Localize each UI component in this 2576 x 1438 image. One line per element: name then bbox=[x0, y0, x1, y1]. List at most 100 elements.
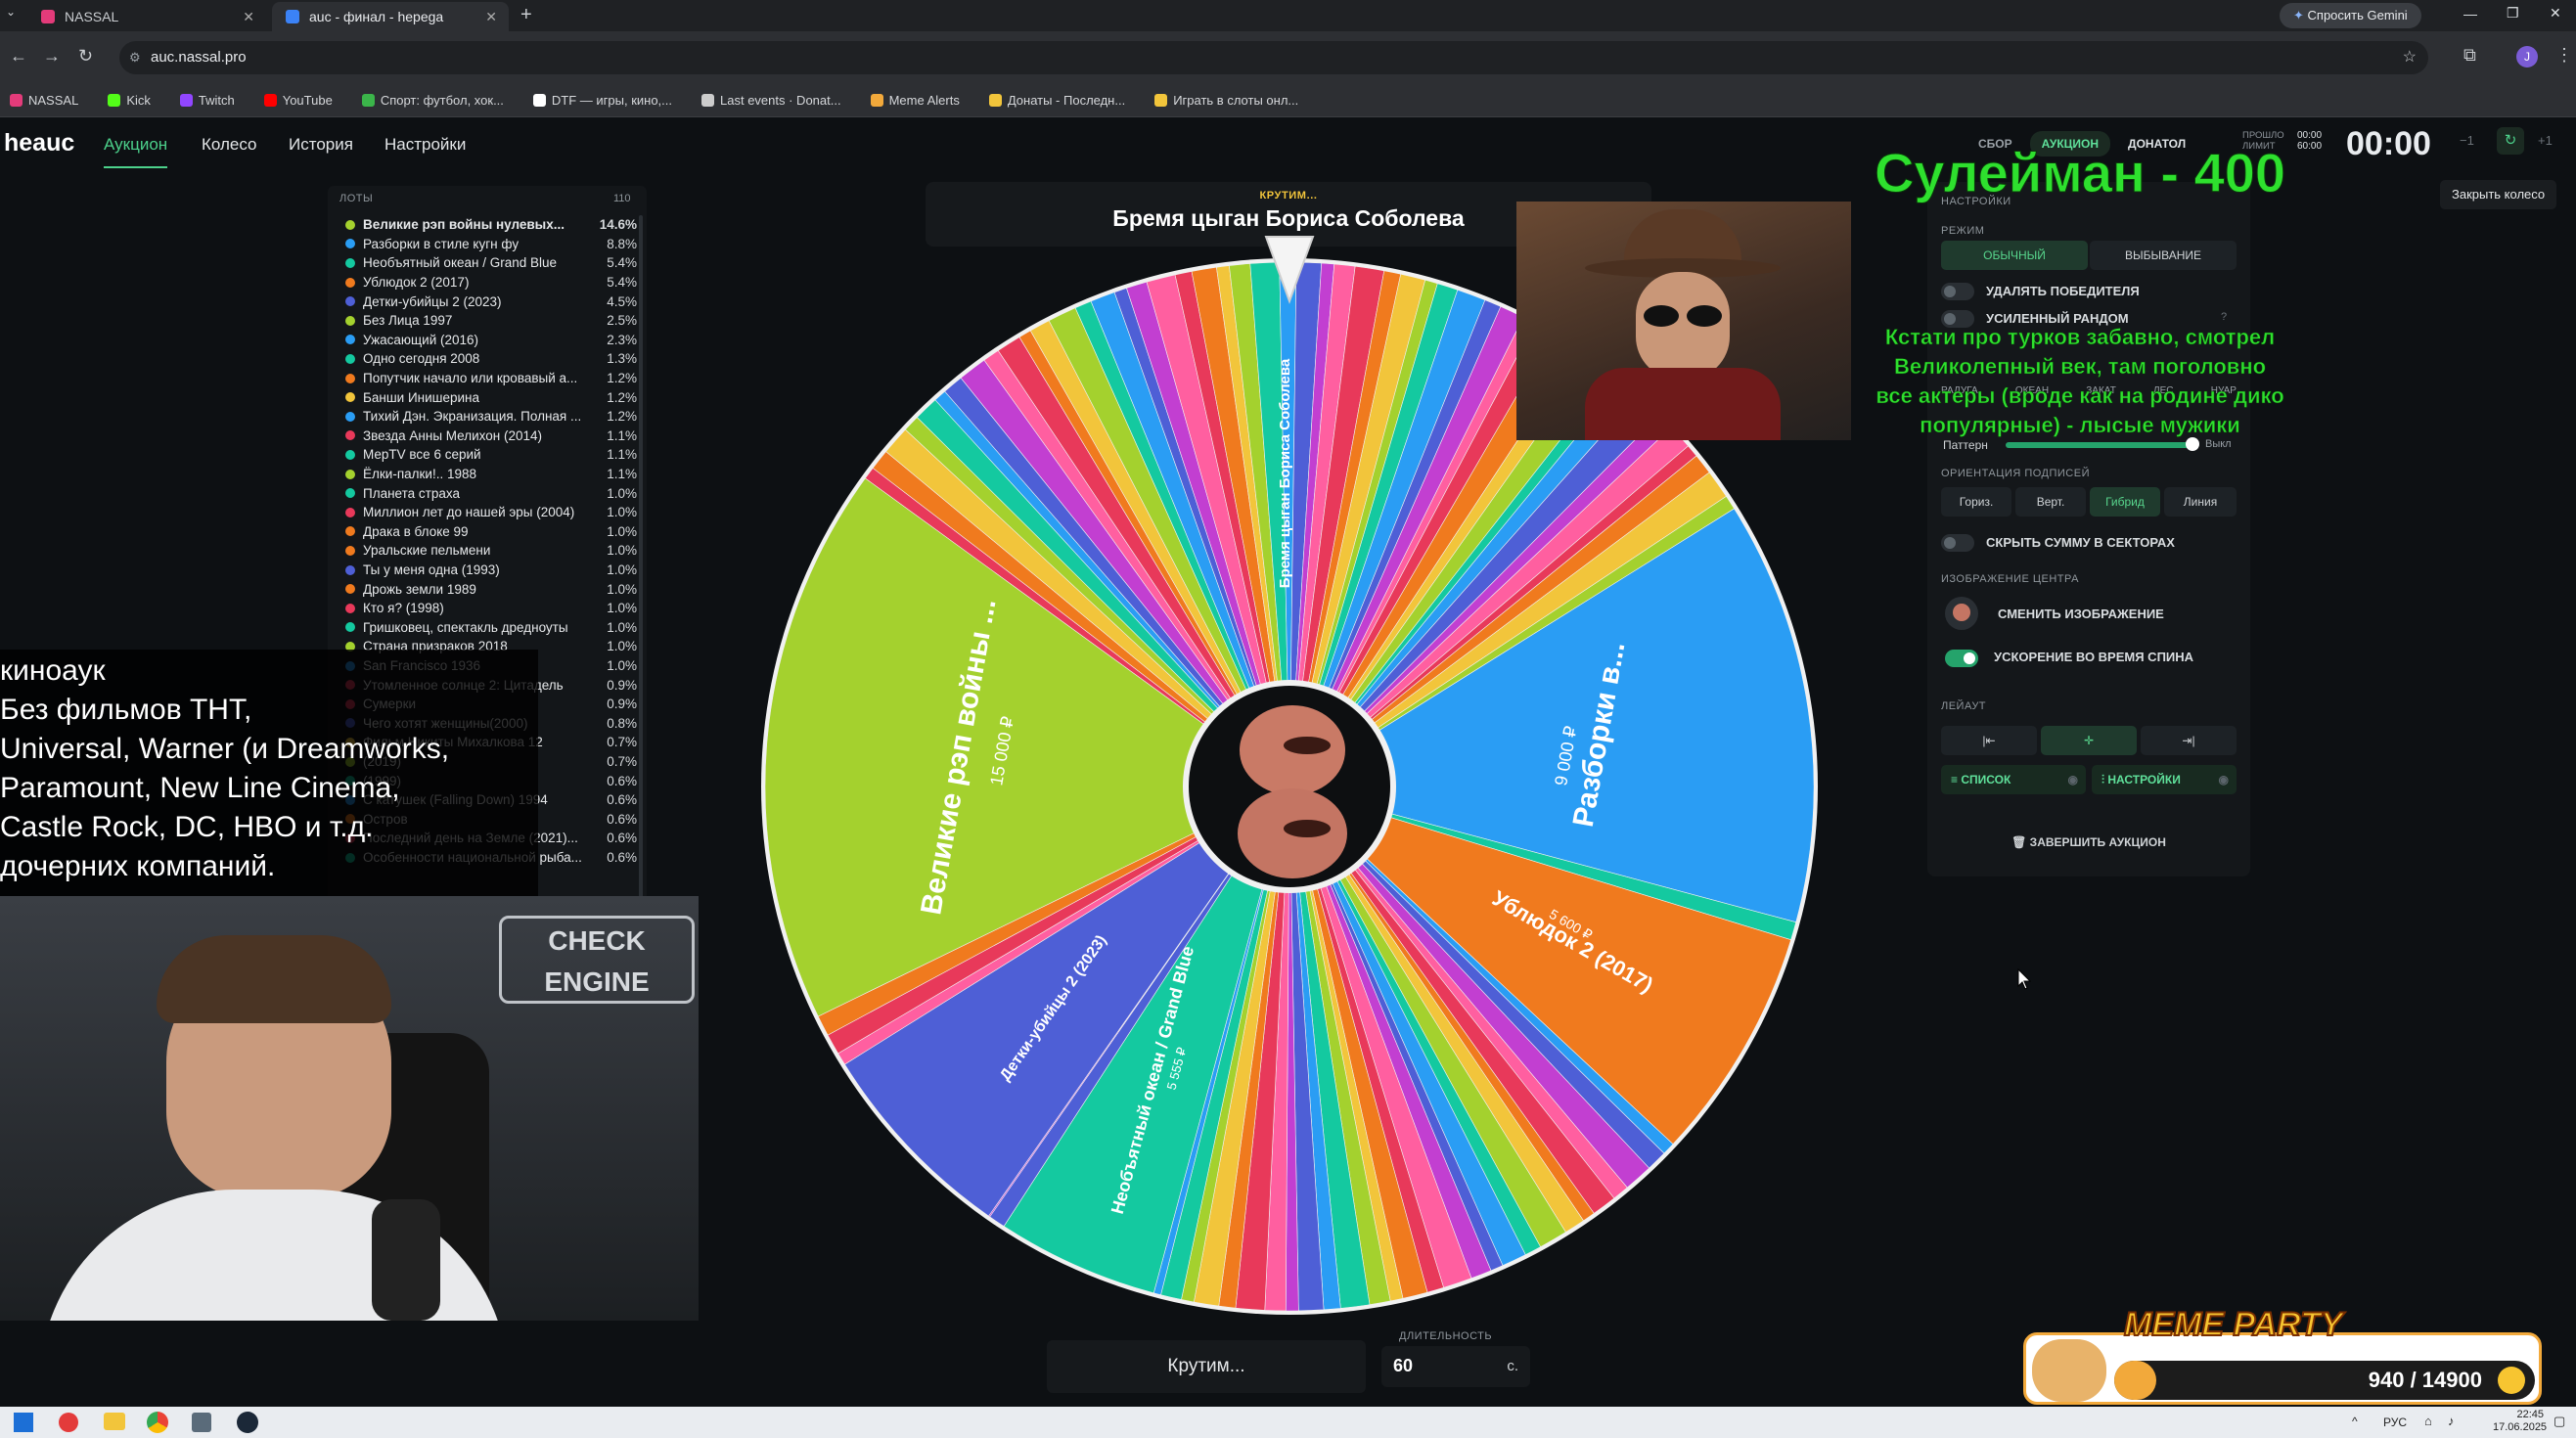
tray-chevron-icon[interactable]: ^ bbox=[2352, 1415, 2358, 1428]
lot-row[interactable]: Необъятный океан / Grand Blue 5.4% bbox=[345, 253, 637, 273]
reload-icon[interactable]: ↻ bbox=[78, 46, 93, 67]
lot-row[interactable]: Ты у меня одна (1993) 1.0% bbox=[345, 561, 637, 580]
network-icon[interactable]: ⌂ bbox=[2424, 1414, 2432, 1428]
lot-row[interactable]: Детки-убийцы 2 (2023) 4.5% bbox=[345, 292, 637, 311]
nav-settings[interactable]: Настройки bbox=[384, 135, 466, 155]
back-icon[interactable]: ← bbox=[10, 46, 27, 67]
close-tab-icon[interactable]: ✕ bbox=[485, 9, 497, 25]
nav-history[interactable]: История bbox=[289, 135, 353, 155]
bookmark-youtube[interactable]: YouTube bbox=[263, 93, 333, 108]
bookmark-donations[interactable]: Донаты - Последн... bbox=[988, 93, 1125, 108]
settings-button[interactable]: ⫶ НАСТРОЙКИ ◉ bbox=[2092, 765, 2237, 794]
notifications-icon[interactable]: ▢ bbox=[2553, 1414, 2565, 1429]
align-left-icon: |⇤ bbox=[1982, 734, 1996, 747]
menu-dots-icon[interactable]: ⋮ bbox=[2555, 45, 2573, 66]
orientation-horizontal[interactable]: Гориз. bbox=[1941, 487, 2011, 517]
orientation-line[interactable]: Линия bbox=[2164, 487, 2237, 517]
close-wheel-button[interactable]: Закрыть колесо bbox=[2440, 180, 2557, 209]
forward-icon[interactable]: → bbox=[43, 46, 61, 67]
orientation-vertical[interactable]: Верт. bbox=[2015, 487, 2086, 517]
tab-auc[interactable]: auc - финал - hepega ✕ bbox=[272, 2, 509, 31]
restore-icon[interactable]: ❐ bbox=[2507, 5, 2519, 22]
bookmark-sport[interactable]: Спорт: футбол, хок... bbox=[361, 93, 504, 108]
lot-row[interactable]: Банши Инишерина 1.2% bbox=[345, 387, 637, 407]
bookmark-dtf[interactable]: DTF — игры, кино,... bbox=[532, 93, 672, 108]
bookmark-donat[interactable]: Last events · Donat... bbox=[701, 93, 841, 108]
finish-auction-button[interactable]: 🗑 ЗАВЕРШИТЬ АУКЦИОН bbox=[1927, 835, 2250, 849]
center-image-avatar[interactable] bbox=[1945, 597, 1978, 630]
bookmark-nassal[interactable]: NASSAL bbox=[10, 93, 78, 108]
layout-left-button[interactable]: |⇤ bbox=[1941, 726, 2037, 755]
timer-plus-icon[interactable]: +1 bbox=[2538, 133, 2553, 148]
lot-row[interactable]: Драка в блоке 99 1.0% bbox=[345, 522, 637, 542]
hide-sum-toggle[interactable] bbox=[1941, 534, 1974, 552]
lot-row[interactable]: Звезда Анны Мелихон (2014) 1.1% bbox=[345, 427, 637, 446]
lot-row[interactable]: Попутчик начало или кровавый а... 1.2% bbox=[345, 369, 637, 388]
sunglasses-left bbox=[1644, 305, 1679, 327]
url-input[interactable]: ⚙ auc.nassal.pro ☆ bbox=[119, 41, 2428, 74]
yandex-browser-icon[interactable] bbox=[59, 1413, 78, 1432]
lot-color-icon bbox=[345, 392, 355, 403]
lot-row[interactable]: Без Лица 1997 2.5% bbox=[345, 311, 637, 331]
help-icon[interactable]: ? bbox=[2221, 311, 2227, 323]
file-explorer-icon[interactable] bbox=[104, 1413, 125, 1430]
lot-row[interactable]: Ужасающий (2016) 2.3% bbox=[345, 331, 637, 350]
extensions-icon[interactable]: ⧉ bbox=[2463, 45, 2476, 66]
timer-minus-icon[interactable]: −1 bbox=[2460, 133, 2474, 148]
mode-elimination-button[interactable]: ВЫБЫВАНИЕ bbox=[2090, 241, 2237, 270]
bookmark-twitch[interactable]: Twitch bbox=[179, 93, 235, 108]
lot-row[interactable]: Одно сегодня 2008 1.3% bbox=[345, 349, 637, 369]
layout-center-button[interactable]: ✛ bbox=[2041, 726, 2137, 755]
lot-row[interactable]: Тихий Дэн. Экранизация. Полная ... 1.2% bbox=[345, 407, 637, 427]
speedup-toggle[interactable] bbox=[1945, 650, 1978, 667]
steam-icon[interactable] bbox=[237, 1412, 258, 1433]
volume-icon[interactable]: ♪ bbox=[2448, 1414, 2455, 1428]
bookmark-label: Meme Alerts bbox=[888, 93, 960, 108]
lot-row[interactable]: Разборки в стиле кугн фу 8.8% bbox=[345, 235, 637, 254]
lot-row[interactable]: Кто я? (1998) 1.0% bbox=[345, 599, 637, 618]
site-info-icon[interactable]: ⚙ bbox=[129, 41, 141, 74]
lot-row[interactable]: Ублюдок 2 (2017) 5.4% bbox=[345, 273, 637, 292]
lot-row[interactable]: Уральские пельмени 1.0% bbox=[345, 541, 637, 561]
close-tab-icon[interactable]: ✕ bbox=[243, 9, 254, 25]
list-button[interactable]: ≡ СПИСОК ◉ bbox=[1941, 765, 2086, 794]
layout-right-button[interactable]: ⇥| bbox=[2141, 726, 2237, 755]
lot-row[interactable]: Планета страха 1.0% bbox=[345, 483, 637, 503]
profile-avatar[interactable]: J bbox=[2516, 46, 2538, 67]
pattern-slider[interactable] bbox=[2006, 442, 2192, 448]
app-logo[interactable]: heauc bbox=[4, 129, 74, 157]
spin-button[interactable]: Крутим... bbox=[1047, 1340, 1366, 1393]
lot-row[interactable]: Ёлки-палки!.. 1988 1.1% bbox=[345, 465, 637, 484]
calculator-icon[interactable] bbox=[192, 1413, 211, 1432]
change-image-button[interactable]: СМЕНИТЬ ИЗОБРАЖЕНИЕ bbox=[1998, 607, 2164, 621]
gemini-button[interactable]: ✦ Спросить Gemini bbox=[2280, 3, 2421, 28]
bookmark-kick[interactable]: Kick bbox=[108, 93, 151, 108]
mode-normal-button[interactable]: ОБЫЧНЫЙ bbox=[1941, 241, 2088, 270]
language-indicator[interactable]: РУС bbox=[2383, 1416, 2407, 1429]
minimize-icon[interactable]: — bbox=[2463, 6, 2477, 22]
bookmark-meme-alerts[interactable]: Meme Alerts bbox=[870, 93, 960, 108]
bookmark-icon bbox=[532, 94, 546, 107]
orientation-hybrid[interactable]: Гибрид bbox=[2090, 487, 2160, 517]
duration-input[interactable]: 60 с. bbox=[1381, 1346, 1530, 1387]
windows-start-icon[interactable] bbox=[14, 1413, 33, 1432]
lot-row[interactable]: МерТV все 6 серий 1.1% bbox=[345, 445, 637, 465]
list-visibility-icon[interactable]: ◉ bbox=[2068, 773, 2078, 786]
clock[interactable]: 22:45 17.06.2025 bbox=[2493, 1409, 2547, 1434]
new-tab-icon[interactable]: + bbox=[520, 4, 532, 26]
lot-row[interactable]: Миллион лет до нашей эры (2004) 1.0% bbox=[345, 503, 637, 522]
timer-reset-icon[interactable]: ↻ bbox=[2497, 127, 2524, 155]
tab-search-icon[interactable]: ⌄ bbox=[6, 5, 16, 19]
remove-winner-toggle[interactable] bbox=[1941, 283, 1974, 300]
nav-auction[interactable]: Аукцион bbox=[104, 135, 168, 168]
lot-row[interactable]: Дрожь земли 1989 1.0% bbox=[345, 579, 637, 599]
tab-nassal[interactable]: NASSAL ✕ bbox=[27, 2, 266, 31]
lot-row[interactable]: Гришковец, спектакль дредноуты 1.0% bbox=[345, 618, 637, 638]
nav-wheel[interactable]: Колесо bbox=[202, 135, 257, 155]
chrome-icon[interactable] bbox=[147, 1412, 168, 1433]
bookmark-star-icon[interactable]: ☆ bbox=[2403, 41, 2417, 74]
lot-row[interactable]: Великие рэп войны нулевых... 14.6% bbox=[345, 215, 637, 235]
close-window-icon[interactable]: ✕ bbox=[2550, 5, 2561, 22]
bookmark-slots[interactable]: Играть в слоты онл... bbox=[1154, 93, 1298, 108]
settings-visibility-icon[interactable]: ◉ bbox=[2219, 773, 2229, 786]
